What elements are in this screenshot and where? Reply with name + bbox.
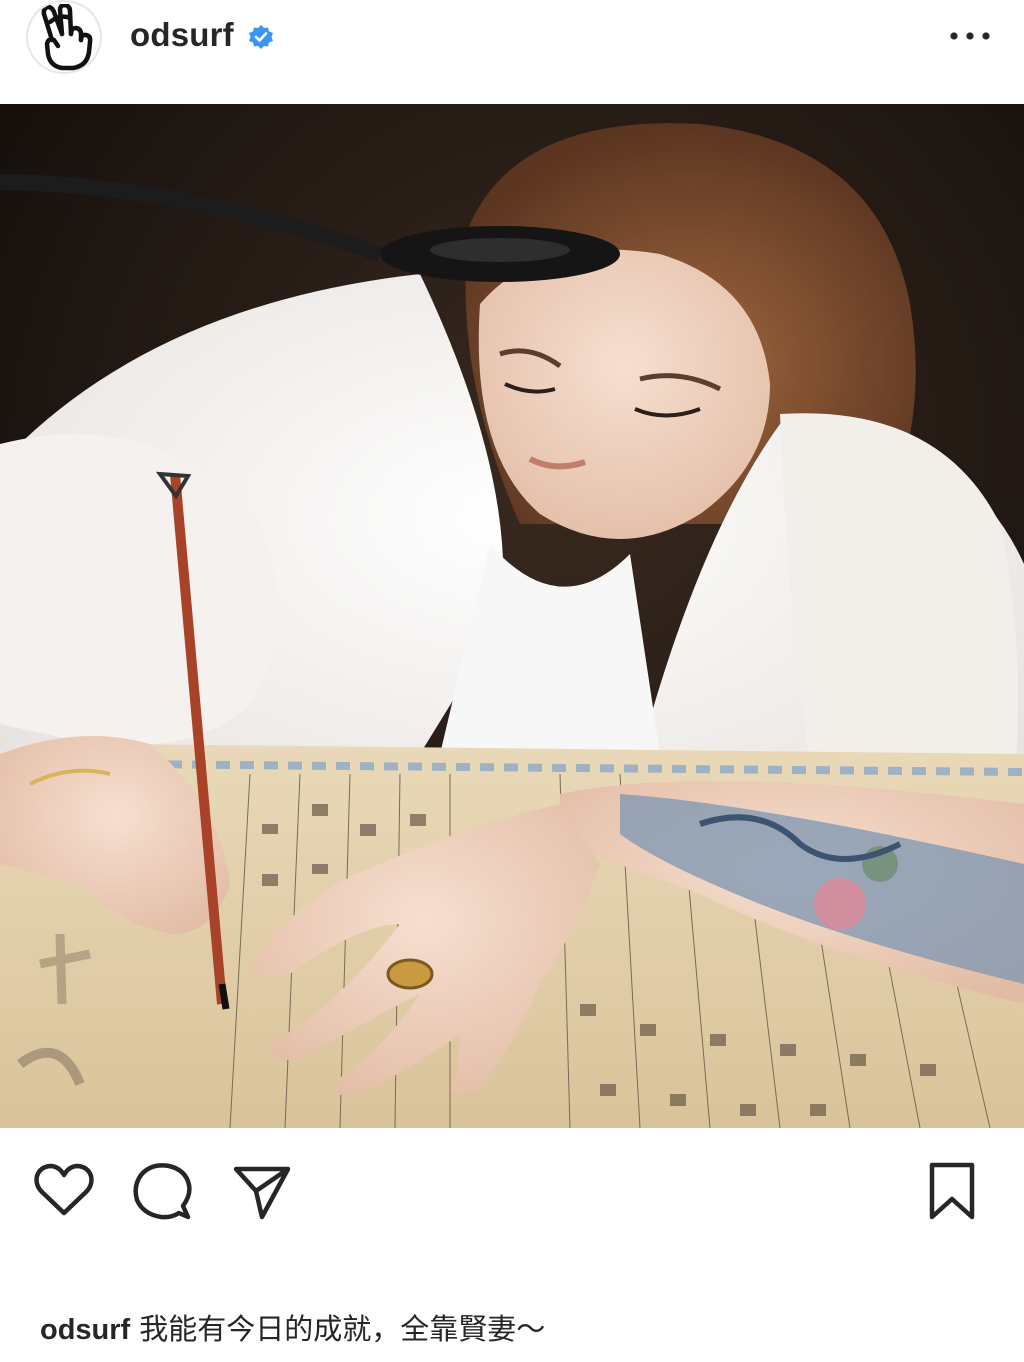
comment-bubble-icon[interactable]	[131, 1161, 195, 1221]
caption-text: 我能有今日的成就，全靠賢妻～	[139, 1314, 546, 1346]
bookmark-icon[interactable]	[920, 1161, 984, 1221]
paper-plane-icon[interactable]	[230, 1161, 294, 1221]
more-options-icon[interactable]	[946, 22, 994, 50]
fingers-crossed-hand-icon	[41, 4, 93, 71]
post-photo[interactable]	[0, 104, 1024, 1128]
post-action-bar	[0, 1128, 1024, 1248]
post-caption: odsurf 我能有今日的成就，全靠賢妻～	[40, 1312, 1000, 1348]
heart-icon[interactable]	[32, 1161, 96, 1221]
profile-avatar[interactable]	[26, 0, 102, 74]
post-username[interactable]: odsurf	[130, 16, 234, 54]
post-header: odsurf	[0, 0, 1024, 104]
caption-username[interactable]: odsurf	[40, 1314, 130, 1346]
post-image	[0, 104, 1024, 1128]
verified-badge-icon	[249, 25, 273, 49]
